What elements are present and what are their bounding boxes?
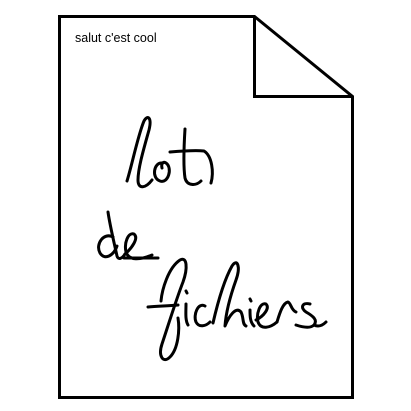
handwritten-word-de bbox=[97, 210, 160, 261]
document-page-icon: salut c'est cool bbox=[0, 0, 411, 411]
handwritten-text bbox=[97, 116, 328, 362]
handwritten-word-lot bbox=[125, 116, 214, 189]
handwritten-word-fichiers bbox=[146, 257, 328, 362]
